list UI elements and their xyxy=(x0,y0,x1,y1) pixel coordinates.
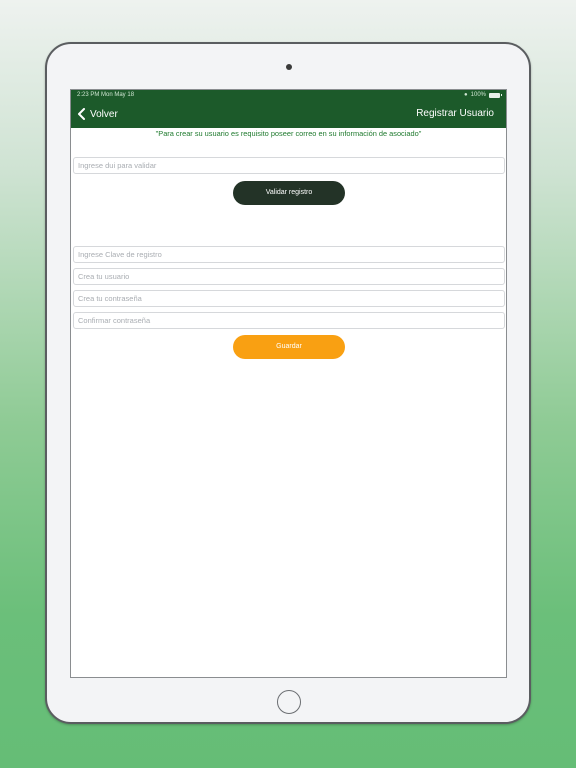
chevron-left-icon xyxy=(78,108,85,120)
wifi-icon: ● xyxy=(464,92,468,98)
save-button[interactable]: Guardar xyxy=(233,335,345,359)
validate-registration-button[interactable]: Validar registro xyxy=(233,181,345,205)
confirm-password-input[interactable] xyxy=(73,312,505,329)
battery-icon xyxy=(489,92,502,98)
status-bar: 2:23 PM Mon May 18 ● 100% xyxy=(71,90,506,100)
username-input[interactable] xyxy=(73,268,505,285)
battery-percent: 100% xyxy=(470,92,486,98)
status-indicators: ● 100% xyxy=(464,90,502,100)
navigation-bar: Volver Registrar Usuario xyxy=(71,100,506,128)
back-button[interactable]: Volver xyxy=(77,100,118,128)
registration-key-input[interactable] xyxy=(73,246,505,263)
password-input[interactable] xyxy=(73,290,505,307)
home-button[interactable] xyxy=(277,690,301,714)
app-screen: 2:23 PM Mon May 18 ● 100% Volver Registr… xyxy=(70,89,507,678)
camera-dot xyxy=(286,64,292,70)
back-label: Volver xyxy=(90,108,118,120)
requirement-notice: "Para crear su usuario es requisito pose… xyxy=(155,129,422,138)
status-time: 2:23 PM Mon May 18 xyxy=(77,92,135,98)
tablet-frame: 2:23 PM Mon May 18 ● 100% Volver Registr… xyxy=(45,42,531,724)
dui-input[interactable] xyxy=(73,157,505,174)
page-title: Registrar Usuario xyxy=(416,108,494,119)
